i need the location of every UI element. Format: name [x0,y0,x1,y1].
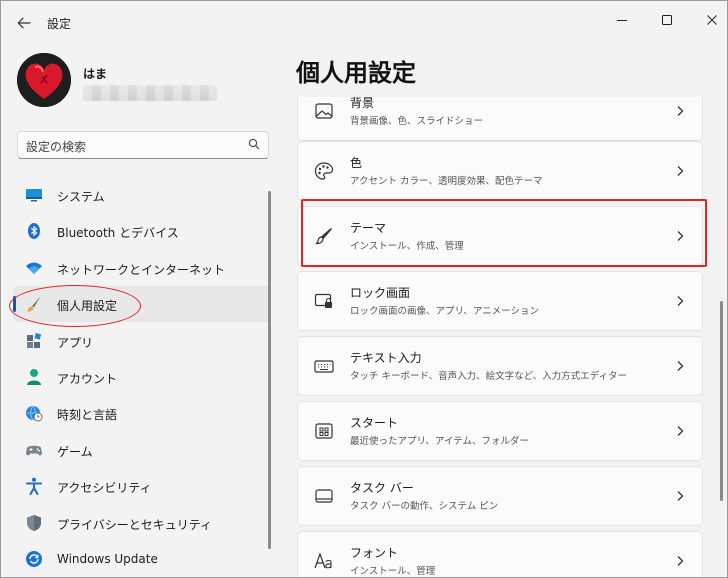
card-background[interactable]: 背景 背景画像、色、スライドショー [297,97,703,141]
sidebar-item-network[interactable]: ネットワークとインターネット [13,250,269,286]
update-icon [26,550,42,567]
card-subtitle: 背景画像、色、スライドショー [350,116,484,127]
back-arrow-icon [17,17,31,29]
sidebar-item-accounts[interactable]: アカウント [13,359,269,395]
sidebar-item-gaming[interactable]: ゲーム [13,432,269,468]
card-title: ロック画面 [350,286,411,300]
page-title: 個人用設定 [296,59,416,87]
sidebar-item-label: システム [57,190,105,204]
bluetooth-icon [28,223,40,240]
sidebar-item-windows-update[interactable]: Windows Update [13,541,269,577]
sidebar-item-label: アクセシビリティ [57,481,152,496]
card-text-input[interactable]: テキスト入力 タッチ キーボード、音声入力、絵文字など、入力方式エディター [297,336,703,396]
keyboard-icon [314,360,334,373]
palette-icon [314,162,334,180]
apps-icon [27,332,42,348]
sidebar-item-label: ネットワークとインターネット [57,262,226,277]
card-title: 色 [350,156,363,170]
taskbar-icon [315,489,333,503]
card-lock-screen[interactable]: ロック画面 ロック画面の画像、アプリ、アニメーション [297,271,703,331]
card-subtitle: タッチ キーボード、音声入力、絵文字など、入力方式エディター [350,371,628,382]
lock-screen-icon [314,293,332,308]
sidebar-item-label: アカウント [57,371,118,386]
chevron-right-icon [677,296,684,306]
maximize-button[interactable] [644,7,690,33]
sidebar-item-label: ゲーム [57,444,93,459]
minimize-button[interactable] [599,7,645,33]
minimize-icon [617,20,627,21]
sidebar-item-label: Windows Update [57,551,158,566]
person-icon [27,368,41,385]
heart-avatar-icon [17,53,71,107]
sidebar-item-bluetooth[interactable]: Bluetooth とデバイス [13,213,269,249]
sidebar-item-label: アプリ [57,335,94,350]
card-fonts[interactable]: フォント インストール、管理 [297,531,703,577]
annotation-red-oval [9,285,141,327]
card-title: タスク バー [350,481,414,495]
sidebar-item-label: 時刻と言語 [57,408,118,423]
gamepad-icon [26,445,42,456]
annotation-red-rectangle [301,199,707,267]
card-subtitle: インストール、管理 [350,566,436,577]
close-button[interactable] [689,7,727,33]
user-name: はま [83,67,108,81]
sidebar-item-accessibility[interactable]: アクセシビリティ [13,468,269,504]
card-taskbar[interactable]: タスク バー タスク バーの動作、システム ピン [297,466,703,526]
back-button[interactable] [13,13,35,33]
content-scrollbar[interactable] [720,301,723,501]
card-subtitle: タスク バーの動作、システム ピン [350,501,499,512]
sidebar-nav: システム Bluetooth とデバイス ネットワークとインターネット 個人用設… [13,177,269,577]
chevron-right-icon [677,426,684,436]
chevron-right-icon [677,361,684,371]
card-title: フォント [350,546,399,560]
card-subtitle: 最近使ったアプリ、アイテム、フォルダー [350,436,529,447]
font-icon [314,552,332,569]
card-colors[interactable]: 色 アクセント カラー、透明度効果、配色テーマ [297,141,703,201]
sidebar-item-system[interactable]: システム [13,177,269,213]
chevron-right-icon [677,491,684,501]
search-placeholder: 設定の検索 [26,140,87,154]
window-title: 設定 [47,17,72,31]
card-subtitle: アクセント カラー、透明度効果、配色テーマ [350,176,543,187]
wifi-icon [26,262,42,274]
search-icon [248,138,260,150]
monitor-icon [26,189,42,202]
image-icon [315,103,333,119]
close-icon [707,15,717,25]
avatar[interactable] [17,53,71,107]
card-title: 背景 [350,97,375,110]
chevron-right-icon [677,556,684,566]
title-bar: 設定 [1,1,727,45]
globe-clock-icon [26,406,43,422]
sidebar-item-time-language[interactable]: 時刻と言語 [13,395,269,431]
sidebar-item-label: Bluetooth とデバイス [57,226,179,241]
start-icon [315,423,333,439]
sidebar-item-privacy[interactable]: プライバシーとセキュリティ [13,505,269,541]
card-title: テキスト入力 [350,351,422,365]
chevron-right-icon [677,166,684,176]
search-input[interactable]: 設定の検索 [17,131,269,159]
sidebar-item-apps[interactable]: アプリ [13,323,269,359]
card-title: スタート [350,416,399,430]
shield-icon [27,514,41,531]
maximize-icon [662,15,672,25]
card-start[interactable]: スタート 最近使ったアプリ、アイテム、フォルダー [297,401,703,461]
card-subtitle: ロック画面の画像、アプリ、アニメーション [350,306,540,317]
accessibility-icon [26,477,42,496]
settings-window: 設定 はま 設定の検索 システム Bluetooth とデバイス ネットワークと… [0,0,728,578]
chevron-right-icon [677,106,684,116]
sidebar-scrollbar[interactable] [268,191,271,549]
settings-card-list: 背景 背景画像、色、スライドショー 色 アクセント カラー、透明度効果、配色テー… [291,97,711,577]
user-email-redacted [83,85,217,101]
sidebar-item-label: プライバシーとセキュリティ [57,517,213,532]
